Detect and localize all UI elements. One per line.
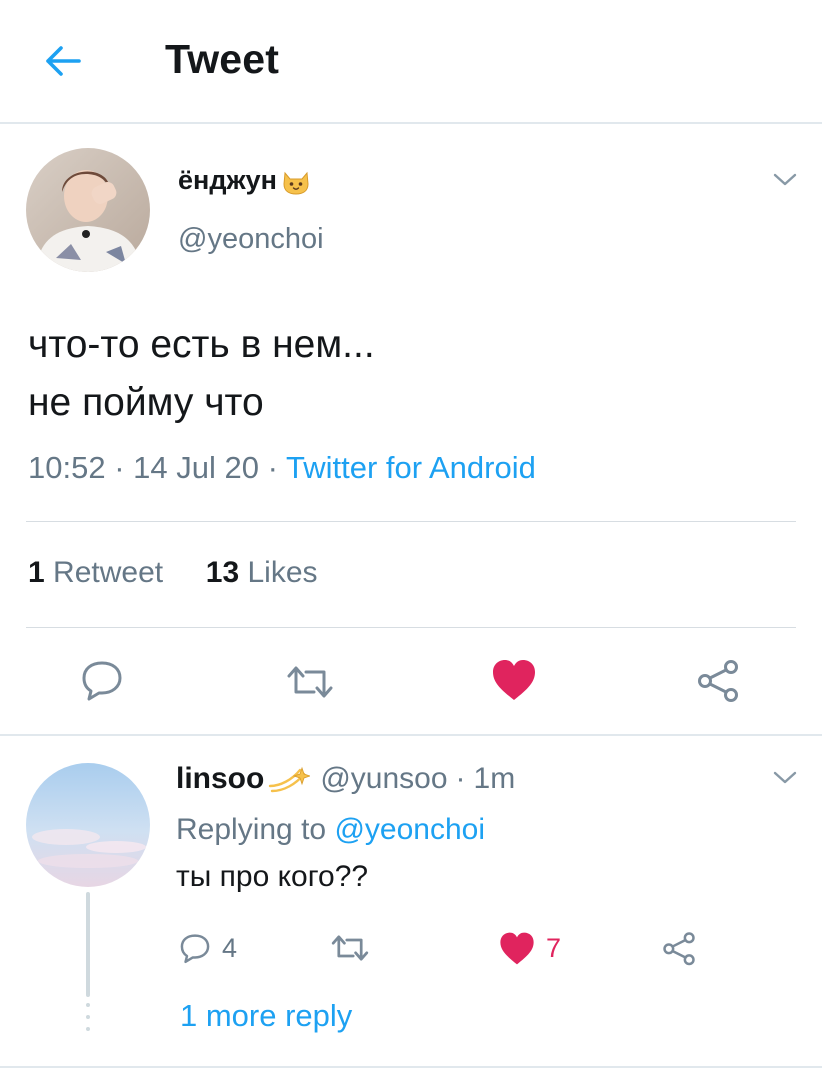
- separator-dot: ·: [114, 450, 134, 485]
- likes-link[interactable]: 13 Likes: [206, 556, 318, 589]
- avatar-image: [26, 763, 150, 887]
- share-icon: [663, 932, 695, 966]
- reply-button[interactable]: [72, 650, 132, 710]
- shooting-star-emoji: [266, 764, 311, 794]
- tweet-time: 10:52: [28, 450, 106, 485]
- reply-count: 4: [222, 932, 238, 963]
- reply-text: ты про кого??: [176, 860, 369, 893]
- divider: [26, 627, 796, 628]
- reply-reply-button[interactable]: 4: [178, 926, 237, 970]
- chevron-down-icon: [773, 173, 797, 186]
- heart-filled-icon: [493, 660, 535, 700]
- tweet-date: 14 Jul 20: [133, 450, 259, 485]
- reply-time: 1m: [473, 762, 516, 795]
- like-button[interactable]: [484, 650, 544, 710]
- separator-dot: ·: [267, 450, 286, 485]
- tweet-source-link[interactable]: Twitter for Android: [286, 450, 536, 485]
- avatar-image: [26, 148, 150, 272]
- tweet-options-button[interactable]: [770, 170, 800, 190]
- avatar[interactable]: [26, 148, 150, 272]
- reply-like-count: 7: [546, 932, 562, 963]
- reply-share-button[interactable]: [660, 926, 698, 970]
- retweets-link[interactable]: 1 Retweet: [28, 556, 163, 589]
- header-divider: [0, 122, 822, 124]
- reply-author-handle[interactable]: @yunsoo: [320, 762, 447, 796]
- more-replies-link[interactable]: 1 more reply: [180, 998, 352, 1034]
- replying-prefix: Replying to: [176, 813, 327, 846]
- thread-dots: [86, 1003, 90, 1031]
- back-button[interactable]: [38, 38, 88, 84]
- tweet-text: что-то есть в нем... не пойму что: [28, 323, 375, 424]
- divider: [0, 1066, 822, 1068]
- share-icon: [698, 660, 738, 702]
- like-count: 13: [205, 556, 240, 589]
- replying-to: Replying to @yeonchoi: [176, 813, 485, 847]
- reply-header: linsoo @yunsoo · 1m: [176, 762, 515, 796]
- comment-icon: [180, 934, 210, 964]
- thread-line: [86, 892, 90, 997]
- cat-face-emoji: [281, 166, 311, 196]
- author-handle[interactable]: @yeonchoi: [178, 223, 324, 256]
- heart-filled-icon: [500, 932, 534, 964]
- share-button[interactable]: [688, 650, 748, 710]
- author-name[interactable]: ёнджун: [178, 165, 311, 196]
- reply-author-name[interactable]: linsoo: [176, 762, 264, 796]
- reply-like-button[interactable]: 7: [498, 926, 561, 970]
- chevron-down-icon: [773, 771, 797, 784]
- retweet-button[interactable]: [280, 652, 340, 712]
- tweet-stats: 1 Retweet 13 Likes: [28, 556, 318, 590]
- retweet-count: 1: [28, 556, 45, 589]
- tweet-meta: 10:52 · 14 Jul 20 · Twitter for Android: [28, 450, 536, 486]
- replying-mention-link[interactable]: @yeonchoi: [334, 813, 485, 846]
- reply-retweet-button[interactable]: [330, 926, 370, 970]
- retweet-icon: [287, 666, 333, 698]
- retweet-icon: [331, 935, 369, 961]
- separator-dot: ·: [455, 762, 466, 795]
- reply-avatar[interactable]: [26, 763, 150, 887]
- comment-icon: [82, 661, 122, 701]
- like-label: Likes: [247, 556, 318, 589]
- retweet-label: Retweet: [53, 556, 164, 589]
- reply-options-button[interactable]: [770, 768, 800, 788]
- page-title: Tweet: [165, 36, 280, 82]
- divider: [26, 521, 796, 522]
- divider: [0, 734, 822, 736]
- arrow-left-icon: [46, 46, 81, 76]
